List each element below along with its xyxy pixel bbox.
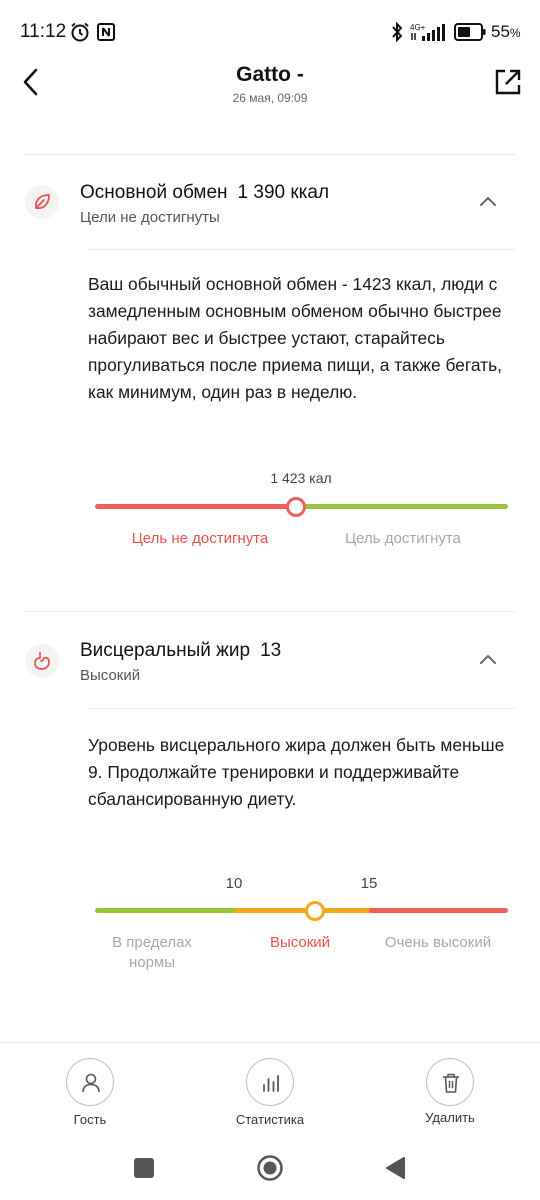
visceral-tick-10: 10 [225,875,243,892]
delete-button[interactable] [426,1058,474,1106]
stomach-icon [34,652,50,670]
guest-label: Гость [73,1112,107,1127]
bmr-threshold-label: 1 423 кал [270,470,332,486]
section-divider [24,611,516,612]
visceral-marker [305,901,325,921]
visceral-icon-badge [25,644,59,678]
stats-label: Статистика [235,1112,305,1127]
leaf-icon [35,194,50,209]
visceral-track-very-high [369,908,508,913]
visceral-track-high [234,908,372,913]
visceral-label-very-high: Очень высокий [384,934,492,951]
bmr-label-reached: Цель достигнута [345,530,461,547]
bmr-track-above [296,504,508,509]
signal-icon: 4G+ [410,23,445,41]
bmr-label-not-reached: Цель не достигнута [131,530,269,547]
recent-apps-button[interactable] [133,1157,155,1179]
bmr-description: Ваш обычный основной обмен - 1423 ккал, … [88,274,503,402]
bmr-value: 1 390 ккал [237,182,330,203]
trash-icon [443,1073,459,1093]
battery-percent: 55% [491,22,521,41]
bar-chart-icon [263,1075,279,1092]
bottom-nav-divider [0,1042,540,1043]
share-icon[interactable] [492,66,524,98]
page-subtitle: 26 мая, 09:09 [232,91,308,105]
stats-button[interactable] [246,1058,294,1106]
person-icon [82,1073,100,1093]
bmr-title: Основной обмен 1 390 ккал [80,182,329,204]
visceral-status: Высокий [80,667,141,684]
home-button[interactable] [256,1154,284,1182]
visceral-description: Уровень висцерального жира должен быть м… [88,735,505,809]
network-type-label: 4G+ [410,23,426,32]
chevron-up-icon[interactable] [478,653,498,667]
battery-icon [454,23,486,41]
visceral-tick-15: 15 [360,875,378,892]
visceral-value: 13 [260,640,282,661]
status-time: 11:12 [20,21,67,42]
visceral-track-normal [95,908,237,913]
alarm-icon [71,22,89,42]
bmr-divider [88,249,516,250]
header-divider [24,154,516,155]
chevron-up-icon[interactable] [478,195,498,209]
visceral-title-label: Висцеральный жир [80,640,251,661]
bmr-icon-badge [25,185,59,219]
bmr-status: Цели не достигнуты [80,209,220,226]
visceral-label-high: Высокий [269,934,331,951]
back-button[interactable] [384,1156,406,1180]
bmr-title-label: Основной обмен [80,182,228,203]
guest-button[interactable] [66,1058,114,1106]
visceral-divider [88,708,516,709]
visceral-label-normal: В пределах нормы [112,934,192,971]
page-title: Gatto - [236,63,304,86]
bluetooth-icon [392,21,403,43]
nfc-icon [97,23,115,41]
bmr-marker [286,497,306,517]
status-bar: 11:12 4G+ 55% [0,0,540,64]
delete-label: Удалить [425,1110,475,1125]
bmr-track-below [95,504,300,509]
visceral-title: Висцеральный жир 13 [80,640,281,662]
